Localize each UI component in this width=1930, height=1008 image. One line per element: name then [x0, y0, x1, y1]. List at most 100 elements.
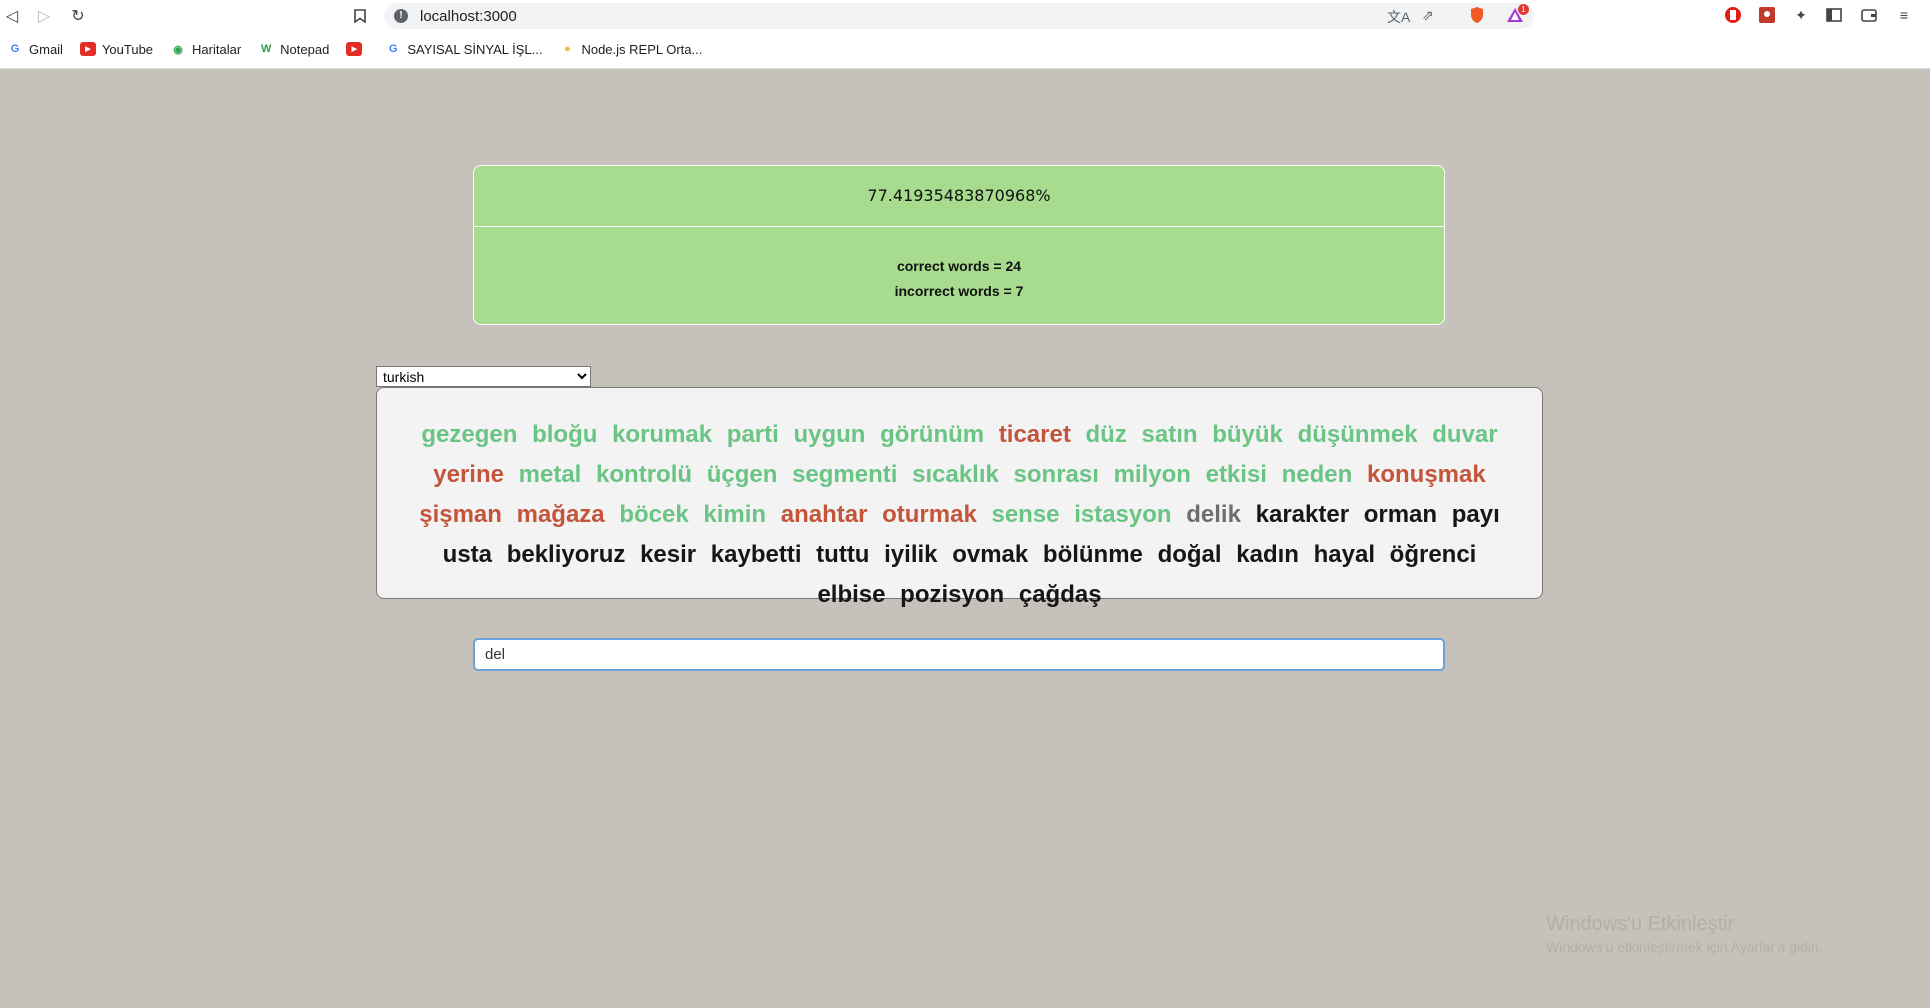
accuracy-percentage: 77.41935483870968% [867, 186, 1051, 205]
site-info-icon[interactable]: ! [394, 9, 408, 23]
word-correct: metal [518, 461, 582, 488]
bookmark-icon [354, 9, 366, 23]
word-incorrect: oturmak [882, 501, 977, 528]
forward-arrow-icon: ▷ [37, 8, 51, 25]
word-correct: parti [726, 421, 779, 448]
word-incorrect: mağaza [516, 501, 605, 528]
windows-activation-watermark: Windows'u Etkinleştir Windows'u etkinleş… [1546, 911, 1823, 957]
word-pending: bekliyoruz [506, 541, 626, 568]
sidebar-toggle-icon[interactable] [1825, 6, 1843, 24]
forward-button[interactable]: ▷ [32, 4, 56, 28]
youtube-icon: ▶ [346, 42, 363, 56]
word-pending: ovmak [952, 541, 1029, 568]
word-correct: böcek [619, 501, 689, 528]
word-incorrect: şişman [419, 501, 502, 528]
word-correct: sense [991, 501, 1060, 528]
bookmark-gmail[interactable]: G Gmail [7, 42, 63, 57]
bookmark-notepad[interactable]: W Notepad [258, 42, 329, 57]
word-incorrect: ticaret [998, 421, 1071, 448]
typing-input[interactable] [473, 638, 1445, 671]
extension-red-icon[interactable] [1724, 6, 1742, 24]
word-list: gezegen bloğu korumak parti uygun görünü… [403, 415, 1516, 615]
menu-icon[interactable]: ≡ [1895, 6, 1913, 24]
word-counts: correct words = 24 incorrect words = 7 [474, 254, 1444, 304]
word-pending: payı [1451, 501, 1500, 528]
word-correct: duvar [1432, 421, 1498, 448]
word-pending: usta [442, 541, 493, 568]
bookmark-page-button[interactable] [348, 4, 372, 28]
bookmark-haritalar[interactable]: ◉ Haritalar [170, 42, 241, 57]
word-correct: kontrolü [596, 461, 693, 488]
word-pending: pozisyon [900, 581, 1005, 608]
brave-shield-icon[interactable] [1468, 6, 1486, 24]
word-correct: görünüm [880, 421, 985, 448]
word-pending: orman [1363, 501, 1438, 528]
extension-image-icon[interactable] [1758, 6, 1776, 24]
share-icon[interactable]: ⇗ [1422, 7, 1434, 24]
notepad-icon: W [260, 43, 272, 55]
word-incorrect: yerine [433, 461, 504, 488]
word-correct: neden [1281, 461, 1353, 488]
bookmarks-bar: G Gmail ▶ YouTube ◉ Haritalar W Notepad … [0, 36, 712, 62]
word-pending: tuttu [816, 541, 870, 568]
word-pending: hayal [1313, 541, 1375, 568]
word-pending: doğal [1157, 541, 1222, 568]
word-correct: düşünmek [1297, 421, 1418, 448]
bookmark-youtube-2[interactable]: ▶ [346, 42, 368, 56]
word-correct: kimin [703, 501, 767, 528]
word-correct: büyük [1212, 421, 1283, 448]
google-icon: G [389, 43, 398, 55]
result-divider [474, 226, 1444, 227]
watermark-subtitle: Windows'u etkinleştirmek için Ayarlar'a … [1546, 939, 1823, 955]
word-correct: istasyon [1074, 501, 1172, 528]
language-select[interactable]: turkish [376, 366, 591, 387]
word-pending: elbise [817, 581, 886, 608]
extensions-puzzle-icon[interactable]: ✦ [1792, 6, 1810, 24]
word-correct: sonrası [1013, 461, 1099, 488]
incorrect-words-count: incorrect words = 7 [894, 283, 1024, 299]
word-correct: üçgen [706, 461, 778, 488]
back-arrow-icon: ◁ [5, 8, 19, 25]
word-correct: korumak [612, 421, 713, 448]
wallet-icon[interactable] [1860, 6, 1878, 24]
browser-chrome: ◁ ▷ ↻ ! localhost:3000 文A ⇗ 1 ✦ ≡ G Gmai… [0, 0, 1930, 69]
word-correct: düz [1085, 421, 1127, 448]
result-panel: 77.41935483870968% correct words = 24 in… [473, 165, 1445, 325]
word-correct: segmenti [792, 461, 898, 488]
notification-badge: 1 [1518, 4, 1529, 15]
word-pending: iyilik [884, 541, 938, 568]
word-correct: satın [1141, 421, 1198, 448]
bookmark-youtube[interactable]: ▶ YouTube [79, 42, 153, 57]
word-correct: milyon [1113, 461, 1191, 488]
bookmark-nodejs-repl[interactable]: ● Node.js REPL Orta... [559, 42, 702, 57]
word-pending: öğrenci [1389, 541, 1477, 568]
google-icon: G [10, 43, 20, 55]
replit-icon: ● [564, 43, 571, 55]
translate-icon[interactable]: 文A [1387, 7, 1410, 27]
word-current: delik [1186, 501, 1241, 528]
word-pending: kesir [640, 541, 697, 568]
word-correct: bloğu [532, 421, 598, 448]
word-correct: etkisi [1205, 461, 1267, 488]
watermark-title: Windows'u Etkinleştir [1546, 913, 1735, 935]
word-text-box: gezegen bloğu korumak parti uygun görünü… [376, 387, 1543, 608]
correct-words-count: correct words = 24 [896, 258, 1022, 274]
url-text[interactable]: localhost:3000 [420, 8, 517, 25]
word-pending: kaybetti [710, 541, 802, 568]
word-pending: bölünme [1042, 541, 1143, 568]
word-correct: gezegen [421, 421, 518, 448]
word-incorrect: konuşmak [1367, 461, 1486, 488]
word-incorrect: anahtar [780, 501, 868, 528]
word-pending: karakter [1255, 501, 1350, 528]
youtube-icon: ▶ [79, 42, 96, 56]
reload-button[interactable]: ↻ [66, 4, 90, 28]
word-correct: sıcaklık [912, 461, 999, 488]
address-bar[interactable]: ! localhost:3000 文A ⇗ [384, 3, 1534, 29]
word-pending: kadın [1236, 541, 1299, 568]
word-correct: uygun [793, 421, 866, 448]
maps-icon: ◉ [173, 43, 183, 56]
reload-icon: ↻ [71, 8, 85, 25]
bookmark-sayisal-sinyal[interactable]: G SAYISAL SİNYAL İŞL... [385, 42, 542, 57]
word-pending: çağdaş [1018, 581, 1102, 608]
back-button[interactable]: ◁ [0, 4, 24, 28]
